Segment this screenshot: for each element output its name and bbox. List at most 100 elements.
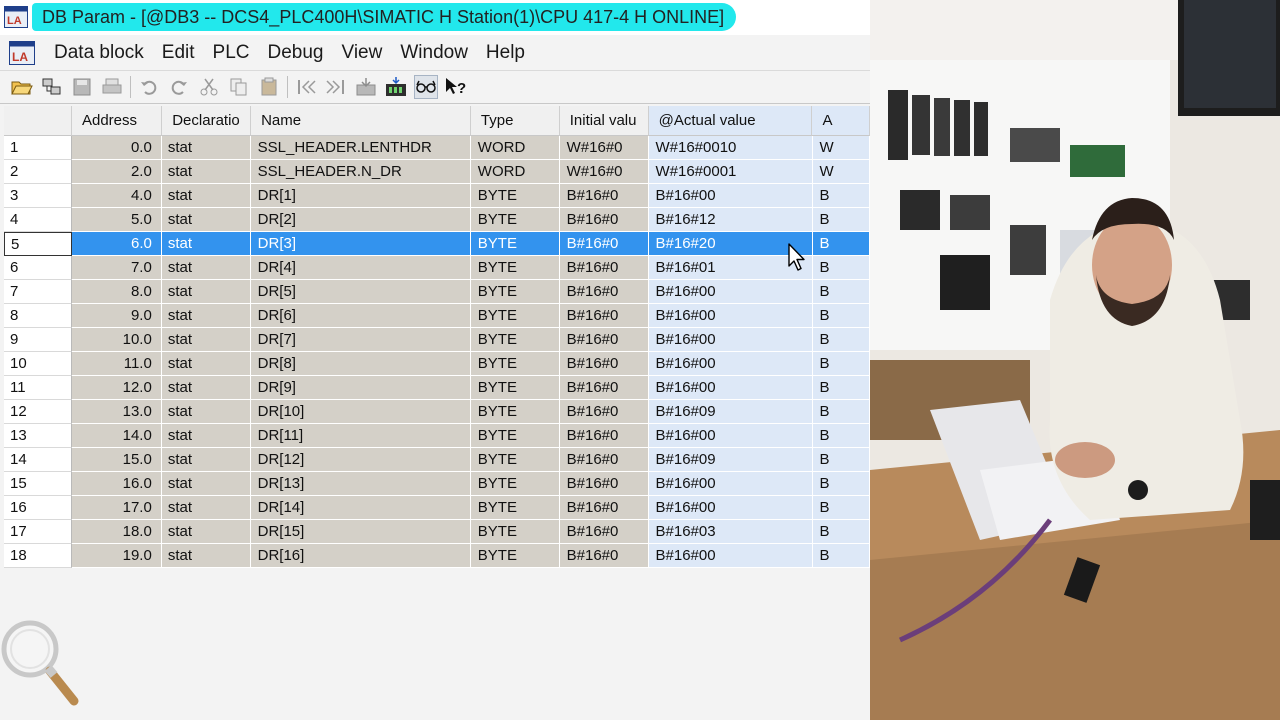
row-number[interactable]: 18: [4, 544, 72, 568]
initial-value-cell[interactable]: B#16#0: [559, 400, 649, 424]
menu-edit[interactable]: Edit: [153, 37, 204, 69]
initial-value-cell[interactable]: B#16#0: [559, 232, 649, 256]
column-header-comment[interactable]: A: [812, 106, 870, 136]
next-error-icon[interactable]: [324, 75, 348, 99]
redo-icon[interactable]: [167, 75, 191, 99]
comment-cell[interactable]: B: [812, 424, 870, 448]
menu-window[interactable]: Window: [391, 37, 477, 69]
column-header-initial-value[interactable]: Initial valu: [559, 106, 649, 136]
menu-plc[interactable]: PLC: [204, 37, 259, 69]
row-number[interactable]: 3: [4, 184, 72, 208]
initial-value-cell[interactable]: W#16#0: [559, 136, 649, 160]
menu-data-block[interactable]: Data block: [45, 37, 153, 69]
menu-help[interactable]: Help: [477, 37, 534, 69]
initial-value-cell[interactable]: B#16#0: [559, 352, 649, 376]
table-row[interactable]: 15 16.0 stat DR[13] BYTE B#16#0 B#16#00 B: [4, 472, 870, 496]
comment-cell[interactable]: B: [812, 208, 870, 232]
actual-value-cell[interactable]: B#16#00: [648, 376, 813, 400]
row-number[interactable]: 10: [4, 352, 72, 376]
initial-value-cell[interactable]: B#16#0: [559, 280, 649, 304]
comment-cell[interactable]: B: [812, 496, 870, 520]
actual-value-cell[interactable]: B#16#00: [648, 496, 813, 520]
row-number[interactable]: 7: [4, 280, 72, 304]
initial-value-cell[interactable]: B#16#0: [559, 424, 649, 448]
column-header-actual-value[interactable]: @Actual value: [648, 106, 813, 136]
comment-cell[interactable]: B: [812, 448, 870, 472]
comment-cell[interactable]: B: [812, 544, 870, 568]
open-folder-icon[interactable]: [10, 75, 34, 99]
ladder-app-icon[interactable]: LA: [9, 41, 35, 65]
monitor-icon[interactable]: [384, 75, 408, 99]
table-row[interactable]: 5 6.0 stat DR[3] BYTE B#16#0 B#16#20 B: [4, 232, 870, 256]
row-number[interactable]: 14: [4, 448, 72, 472]
table-row[interactable]: 2 2.0 stat SSL_HEADER.N_DR WORD W#16#0 W#16#00…: [4, 160, 870, 184]
comment-cell[interactable]: B: [812, 256, 870, 280]
comment-cell[interactable]: B: [812, 400, 870, 424]
undo-icon[interactable]: [137, 75, 161, 99]
table-row[interactable]: 4 5.0 stat DR[2] BYTE B#16#0 B#16#12 B: [4, 208, 870, 232]
accessible-nodes-icon[interactable]: [40, 75, 64, 99]
column-header-type[interactable]: Type: [470, 106, 560, 136]
table-row[interactable]: 8 9.0 stat DR[6] BYTE B#16#0 B#16#00 B: [4, 304, 870, 328]
comment-cell[interactable]: B: [812, 352, 870, 376]
row-number[interactable]: 9: [4, 328, 72, 352]
comment-cell[interactable]: B: [812, 376, 870, 400]
row-number[interactable]: 1: [4, 136, 72, 160]
actual-value-cell[interactable]: B#16#00: [648, 544, 813, 568]
row-number[interactable]: 17: [4, 520, 72, 544]
actual-value-cell[interactable]: B#16#00: [648, 304, 813, 328]
actual-value-cell[interactable]: B#16#00: [648, 472, 813, 496]
initial-value-cell[interactable]: B#16#0: [559, 496, 649, 520]
actual-value-cell[interactable]: W#16#0001: [648, 160, 813, 184]
initial-value-cell[interactable]: B#16#0: [559, 544, 649, 568]
row-number[interactable]: 4: [4, 208, 72, 232]
menu-view[interactable]: View: [333, 37, 392, 69]
comment-cell[interactable]: B: [812, 472, 870, 496]
initial-value-cell[interactable]: B#16#0: [559, 208, 649, 232]
table-row[interactable]: 6 7.0 stat DR[4] BYTE B#16#0 B#16#01 B: [4, 256, 870, 280]
save-icon[interactable]: [70, 75, 94, 99]
actual-value-cell[interactable]: B#16#00: [648, 352, 813, 376]
initial-value-cell[interactable]: B#16#0: [559, 448, 649, 472]
row-number[interactable]: 6: [4, 256, 72, 280]
row-number[interactable]: 16: [4, 496, 72, 520]
actual-value-cell[interactable]: B#16#00: [648, 280, 813, 304]
comment-cell[interactable]: B: [812, 520, 870, 544]
table-row[interactable]: 14 15.0 stat DR[12] BYTE B#16#0 B#16#09 B: [4, 448, 870, 472]
initial-value-cell[interactable]: B#16#0: [559, 304, 649, 328]
actual-value-cell[interactable]: W#16#0010: [648, 136, 813, 160]
comment-cell[interactable]: B: [812, 280, 870, 304]
column-header-row-number[interactable]: [4, 106, 72, 136]
comment-cell[interactable]: B: [812, 232, 870, 256]
actual-value-cell[interactable]: B#16#09: [648, 448, 813, 472]
menu-debug[interactable]: Debug: [259, 37, 333, 69]
column-header-declaration[interactable]: Declaratio: [162, 106, 252, 136]
actual-value-cell[interactable]: B#16#00: [648, 424, 813, 448]
column-header-name[interactable]: Name: [251, 106, 471, 136]
table-row[interactable]: 17 18.0 stat DR[15] BYTE B#16#0 B#16#03 B: [4, 520, 870, 544]
print-icon[interactable]: [100, 75, 124, 99]
glasses-icon[interactable]: [414, 75, 438, 99]
copy-icon[interactable]: [227, 75, 251, 99]
row-number[interactable]: 8: [4, 304, 72, 328]
table-row[interactable]: 9 10.0 stat DR[7] BYTE B#16#0 B#16#00 B: [4, 328, 870, 352]
download-icon[interactable]: [354, 75, 378, 99]
comment-cell[interactable]: W: [812, 136, 870, 160]
initial-value-cell[interactable]: B#16#0: [559, 256, 649, 280]
initial-value-cell[interactable]: B#16#0: [559, 520, 649, 544]
comment-cell[interactable]: W: [812, 160, 870, 184]
actual-value-cell[interactable]: B#16#00: [648, 184, 813, 208]
comment-cell[interactable]: B: [812, 328, 870, 352]
row-number[interactable]: 5: [4, 232, 72, 256]
actual-value-cell[interactable]: B#16#12: [648, 208, 813, 232]
table-row[interactable]: 11 12.0 stat DR[9] BYTE B#16#0 B#16#00 B: [4, 376, 870, 400]
previous-error-icon[interactable]: [294, 75, 318, 99]
actual-value-cell[interactable]: B#16#00: [648, 328, 813, 352]
initial-value-cell[interactable]: B#16#0: [559, 376, 649, 400]
row-number[interactable]: 11: [4, 376, 72, 400]
table-row[interactable]: 18 19.0 stat DR[16] BYTE B#16#0 B#16#00 B: [4, 544, 870, 568]
initial-value-cell[interactable]: B#16#0: [559, 472, 649, 496]
initial-value-cell[interactable]: B#16#0: [559, 184, 649, 208]
table-row[interactable]: 10 11.0 stat DR[8] BYTE B#16#0 B#16#00 B: [4, 352, 870, 376]
actual-value-cell[interactable]: B#16#09: [648, 400, 813, 424]
